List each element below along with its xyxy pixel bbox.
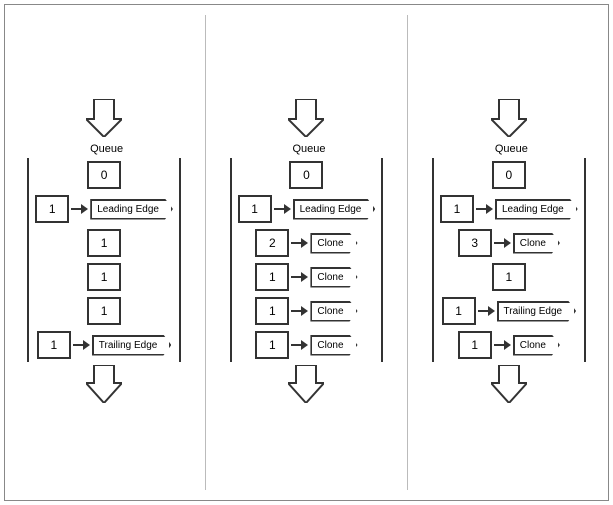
cell-box: 0 (87, 161, 121, 189)
diagram-2: Queue01Leading Edge2Clone1Clone1Clone1Cl… (219, 99, 394, 406)
cell-label: Trailing Edge (92, 335, 172, 356)
cell-label: Leading Edge (293, 199, 376, 220)
cell-row: 1 (87, 229, 121, 257)
queue-label: Queue (292, 143, 325, 155)
cell-box: 1 (87, 263, 121, 291)
arrow-line (494, 344, 504, 346)
label-arrow: Clone (291, 267, 357, 288)
cell-box: 1 (255, 331, 289, 359)
cell-box: 2 (255, 229, 289, 257)
cell-box: 3 (458, 229, 492, 257)
cell-label: Clone (513, 335, 560, 356)
cell-row: 1 (87, 263, 121, 291)
cell-label: Clone (310, 301, 357, 322)
label-arrow: Trailing Edge (478, 301, 577, 322)
cell-row: 1 Clone (255, 263, 357, 291)
cell-row: 1 Trailing Edge (442, 297, 577, 325)
label-arrow: Leading Edge (476, 199, 578, 220)
cell-row: 1 Trailing Edge (37, 331, 172, 359)
arrow-bottom (288, 365, 324, 403)
cell-box: 0 (492, 161, 526, 189)
cell-label: Clone (310, 267, 357, 288)
label-arrow: Clone (291, 301, 357, 322)
arrow-head (504, 340, 511, 350)
cell-box: 1 (255, 263, 289, 291)
cell-box: 1 (442, 297, 476, 325)
arrow-line (291, 310, 301, 312)
cell-box: 1 (255, 297, 289, 325)
cell-box: 0 (289, 161, 323, 189)
cell-row: 2 Clone (255, 229, 357, 257)
cell-label: Leading Edge (495, 199, 578, 220)
cell-row: 1 Clone (255, 297, 357, 325)
cell-label: Clone (513, 233, 560, 254)
label-arrow: Clone (494, 233, 560, 254)
arrow-head (301, 306, 308, 316)
arrow-bottom (491, 365, 527, 403)
arrow-head (301, 272, 308, 282)
arrow-head (301, 340, 308, 350)
cell-row: 0 (289, 161, 323, 189)
arrow-line (476, 208, 486, 210)
cell-row: 1 Leading Edge (35, 195, 173, 223)
cell-box: 1 (37, 331, 71, 359)
arrow-head (301, 238, 308, 248)
cell-row: 1 Clone (458, 331, 560, 359)
cell-box: 1 (87, 229, 121, 257)
arrow-line (291, 344, 301, 346)
pipe-wrapper: 01Leading Edge2Clone1Clone1Clone1Clone (230, 158, 384, 362)
arrow-top (86, 99, 122, 137)
cell-row: 1 Leading Edge (440, 195, 578, 223)
cell-row: 1 (87, 297, 121, 325)
arrow-line (71, 208, 81, 210)
pipe-wrapper: 01Leading Edge3Clone11Trailing Edge1Clon… (432, 158, 586, 362)
pipe-wrapper: 01Leading Edge1111Trailing Edge (27, 158, 181, 362)
label-arrow: Clone (494, 335, 560, 356)
label-arrow: Leading Edge (71, 199, 173, 220)
cell-row: 0 (492, 161, 526, 189)
cell-row: 0 (87, 161, 121, 189)
label-arrow: Leading Edge (274, 199, 376, 220)
arrow-head (81, 204, 88, 214)
arrow-head (486, 204, 493, 214)
arrow-line (73, 344, 83, 346)
cell-box: 1 (87, 297, 121, 325)
cell-box: 1 (492, 263, 526, 291)
arrow-line (291, 276, 301, 278)
cell-label: Trailing Edge (497, 301, 577, 322)
arrow-top (288, 99, 324, 137)
arrow-head (488, 306, 495, 316)
cell-row: 1 Clone (255, 331, 357, 359)
arrow-line (291, 242, 301, 244)
arrow-head (284, 204, 291, 214)
arrow-head (83, 340, 90, 350)
arrow-head (504, 238, 511, 248)
queue-label: Queue (495, 143, 528, 155)
cell-label: Clone (310, 335, 357, 356)
cell-row: 1 (492, 263, 526, 291)
label-arrow: Trailing Edge (73, 335, 172, 356)
label-arrow: Clone (291, 233, 357, 254)
arrow-line (274, 208, 284, 210)
main-container: Queue01Leading Edge1111Trailing Edge Que… (4, 4, 609, 501)
cell-box: 1 (458, 331, 492, 359)
queue-label: Queue (90, 143, 123, 155)
arrow-bottom (86, 365, 122, 403)
cell-row: 3 Clone (458, 229, 560, 257)
cell-label: Leading Edge (90, 199, 173, 220)
arrow-top (491, 99, 527, 137)
diagram-3: Queue01Leading Edge3Clone11Trailing Edge… (421, 99, 596, 406)
cell-row: 1 Leading Edge (238, 195, 376, 223)
cell-box: 1 (238, 195, 272, 223)
diagram-1: Queue01Leading Edge1111Trailing Edge (17, 99, 192, 406)
cell-box: 1 (440, 195, 474, 223)
label-arrow: Clone (291, 335, 357, 356)
cell-box: 1 (35, 195, 69, 223)
arrow-line (494, 242, 504, 244)
arrow-line (478, 310, 488, 312)
cell-label: Clone (310, 233, 357, 254)
